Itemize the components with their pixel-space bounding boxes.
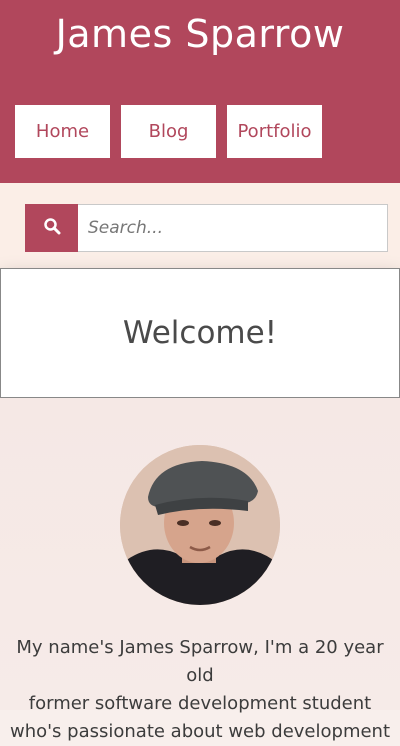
nav-home-button[interactable]: Home [15,105,110,158]
nav-portfolio-label: Portfolio [237,121,312,142]
nav-blog-label: Blog [148,121,189,142]
site-header: James Sparrow Home Blog Portfolio [0,0,400,183]
avatar [120,445,280,605]
bio-line: My name's James Sparrow, I'm a 20 year o… [16,637,384,686]
bio-text: My name's James Sparrow, I'm a 20 year o… [0,634,400,746]
profile-photo [120,445,280,605]
welcome-card: Welcome! [0,268,400,398]
nav-portfolio-button[interactable]: Portfolio [227,105,322,158]
site-title: James Sparrow [55,12,345,56]
nav-blog-button[interactable]: Blog [121,105,216,158]
search-icon [43,217,61,239]
search-button[interactable] [25,204,78,252]
search-input[interactable] [78,204,388,252]
welcome-title: Welcome! [122,315,278,351]
bio-line: former software development student [28,693,372,714]
nav-home-label: Home [35,121,90,142]
bio-line: who's passionate about web development [9,721,391,742]
